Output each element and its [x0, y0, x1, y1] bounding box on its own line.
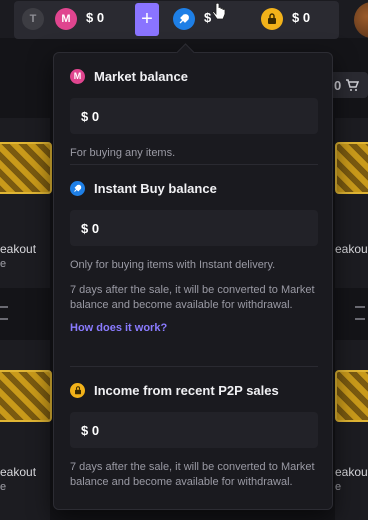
filter-icon[interactable]	[0, 306, 8, 320]
lock-icon[interactable]	[261, 8, 283, 30]
p2p-income-field: $ 0	[70, 412, 318, 448]
section-title: Income from recent P2P sales	[94, 382, 279, 398]
case-image	[335, 142, 368, 194]
item-card-title: eakout	[335, 242, 368, 256]
item-card[interactable]: eakout e	[0, 118, 52, 288]
market-icon[interactable]: M	[55, 8, 77, 30]
balance-dropdown: M Market balance $ 0 For buying any item…	[53, 52, 333, 510]
instant-balance-section: Instant Buy balance $ 0 Only for buying …	[70, 178, 318, 334]
cart-button[interactable]: 0	[328, 72, 368, 98]
section-title: Market balance	[94, 68, 188, 84]
item-card[interactable]: eakout e	[335, 340, 368, 520]
item-card-title: eakout	[0, 242, 37, 256]
cart-count: 0	[334, 77, 342, 93]
section-title: Instant Buy balance	[94, 180, 217, 196]
section-description: 7 days after the sale, it will be conver…	[70, 461, 315, 488]
section-header: Instant Buy balance	[70, 178, 318, 198]
instant-balance-field: $ 0	[70, 210, 318, 246]
section-note: 7 days after the sale, it will be conver…	[70, 284, 315, 311]
market-balance-section: M Market balance $ 0 For buying any item…	[70, 66, 318, 161]
case-image	[0, 370, 52, 422]
market-icon: M	[70, 68, 85, 84]
t-coin-icon[interactable]: T	[22, 8, 44, 30]
item-card-subtitle: e	[335, 481, 342, 493]
how-does-it-work-link[interactable]: How does it work?	[70, 322, 318, 334]
add-funds-button[interactable]: +	[135, 3, 159, 36]
section-description: Only for buying items with Instant deliv…	[70, 259, 276, 271]
case-image	[0, 142, 52, 194]
divider	[70, 366, 318, 367]
market-balance-field: $ 0	[70, 98, 318, 134]
item-card-subtitle: e	[0, 258, 7, 270]
item-card-subtitle: e	[0, 481, 7, 493]
page: eakout e eakout eakout e eakout e 0 T M …	[0, 0, 368, 520]
item-card-title: eakout	[335, 465, 368, 479]
section-header: M Market balance	[70, 66, 318, 86]
top-bar: T M $ 0 + $ $ 0	[0, 0, 368, 39]
section-header: Income from recent P2P sales	[70, 380, 318, 400]
p2p-income-section: Income from recent P2P sales $ 0 7 days …	[70, 380, 318, 490]
hand-cursor-icon	[212, 2, 226, 20]
item-card-title: eakout	[0, 465, 37, 479]
p2p-balance-amount[interactable]: $ 0	[292, 10, 310, 25]
divider	[70, 164, 318, 165]
rocket-icon[interactable]	[173, 8, 195, 30]
filter-icon[interactable]	[355, 306, 365, 320]
case-image	[335, 370, 368, 422]
market-balance-amount[interactable]: $ 0	[86, 10, 104, 25]
lock-icon	[70, 382, 85, 398]
avatar[interactable]	[354, 2, 368, 38]
item-card[interactable]: eakout e	[0, 340, 52, 520]
section-description: For buying any items.	[70, 147, 176, 159]
rocket-icon	[70, 180, 85, 196]
cart-icon	[346, 79, 360, 91]
item-card[interactable]: eakout	[335, 118, 368, 288]
